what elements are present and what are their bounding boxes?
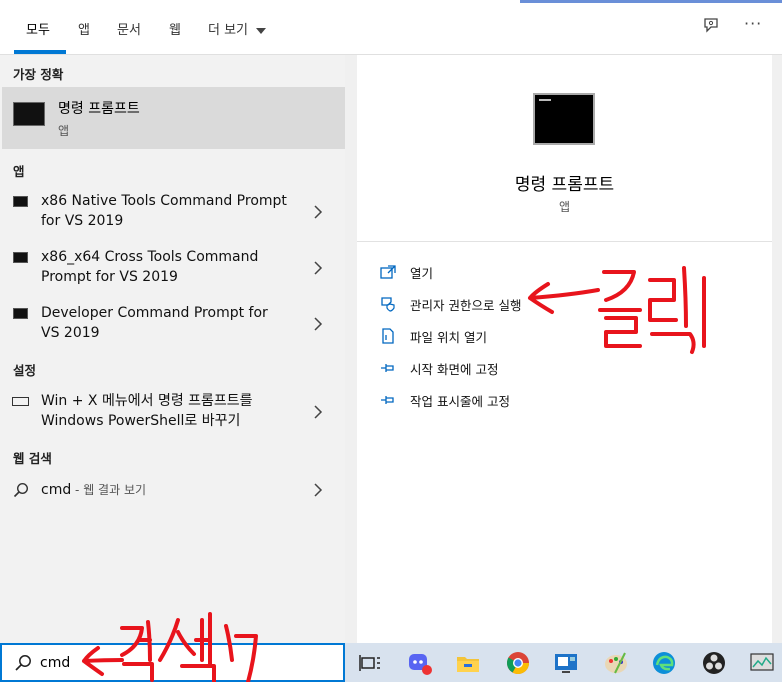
window-accent-strip — [520, 0, 782, 3]
edge-icon[interactable] — [651, 650, 677, 676]
tab-documents[interactable]: 문서 — [117, 19, 141, 38]
filter-tab-bar: 모두 앱 문서 웹 더 보기 ··· — [0, 0, 782, 55]
feedback-icon[interactable] — [702, 16, 720, 38]
tab-all[interactable]: 모두 — [26, 19, 50, 38]
monitor-icon — [12, 397, 29, 406]
file-location-icon — [382, 328, 394, 344]
shield-icon — [381, 297, 395, 312]
search-input[interactable]: cmd — [40, 655, 70, 671]
search-icon — [15, 655, 31, 671]
chrome-icon[interactable] — [505, 650, 531, 676]
pin-icon — [381, 396, 394, 404]
list-item-line2: VS 2019 — [41, 325, 100, 341]
task-view-icon[interactable] — [357, 650, 383, 676]
search-icon — [13, 482, 29, 498]
command-prompt-icon — [13, 102, 45, 126]
web-search-query: cmd — [41, 482, 72, 498]
best-match-subtitle: 앱 — [58, 124, 70, 138]
tab-more-label: 더 보기 — [208, 23, 249, 38]
list-item-line1: x86 Native Tools Command Prompt — [41, 193, 287, 209]
results-pane: 가장 정확 명령 프롬프트 앱 앱 x86 Native Tools Comma… — [0, 55, 345, 643]
chevron-right-icon[interactable] — [313, 205, 323, 219]
section-settings: 설정 — [13, 363, 37, 378]
chevron-right-icon[interactable] — [313, 261, 323, 275]
list-item-line2: Prompt for VS 2019 — [41, 269, 178, 285]
list-item-line1: Developer Command Prompt for — [41, 305, 268, 321]
action-pin-to-start-label: 시작 화면에 고정 — [410, 362, 499, 377]
taskbar — [345, 643, 782, 682]
caret-down-icon — [256, 27, 267, 34]
list-item-app-x86-native[interactable]: x86 Native Tools Command Prompt for VS 2… — [0, 191, 345, 235]
obs-icon[interactable] — [701, 650, 727, 676]
more-options-icon[interactable]: ··· — [744, 14, 762, 33]
preview-pane: 명령 프롬프트 앱 열기 관리자 권한으로 실행 파일 위치 열기 시작 화면에… — [357, 55, 772, 643]
terminal-icon — [13, 308, 28, 319]
list-item-line2: Windows PowerShell로 바꾸기 — [41, 413, 241, 429]
action-run-as-admin-label: 관리자 권한으로 실행 — [410, 298, 522, 313]
best-match-title: 명령 프롬프트 — [58, 101, 140, 117]
preview-divider — [357, 241, 772, 242]
discord-icon[interactable] — [407, 650, 433, 676]
list-item-line1: x86_x64 Cross Tools Command — [41, 249, 259, 265]
terminal-icon — [13, 252, 28, 263]
chevron-right-icon[interactable] — [313, 483, 323, 497]
file-explorer-icon[interactable] — [455, 650, 481, 676]
list-item-label: Win + X 메뉴에서 명령 프롬프트를 Windows PowerShell… — [41, 391, 253, 431]
list-item-line1: Win + X 메뉴에서 명령 프롬프트를 — [41, 393, 253, 409]
list-item-label: x86_x64 Cross Tools Command Prompt for V… — [41, 247, 258, 287]
action-pin-to-taskbar-label: 작업 표시줄에 고정 — [410, 394, 510, 409]
list-item-app-developer-prompt[interactable]: Developer Command Prompt for VS 2019 — [0, 303, 345, 347]
best-match-item[interactable]: 명령 프롬프트 앱 — [2, 87, 345, 149]
list-item-setting-winx[interactable]: Win + X 메뉴에서 명령 프롬프트를 Windows PowerShell… — [0, 391, 345, 435]
section-apps: 앱 — [13, 164, 25, 179]
preview-subtitle: 앱 — [558, 200, 571, 214]
action-open-label: 열기 — [410, 266, 434, 281]
list-item-label: Developer Command Prompt for VS 2019 — [41, 303, 268, 343]
list-item-line2: for VS 2019 — [41, 213, 124, 229]
open-icon — [380, 265, 396, 279]
action-open-file-location-label: 파일 위치 열기 — [410, 330, 487, 345]
tab-web[interactable]: 웹 — [169, 19, 181, 38]
command-prompt-large-icon — [533, 93, 595, 145]
pin-icon — [381, 364, 394, 372]
section-web-search: 웹 검색 — [13, 451, 52, 466]
paint-icon[interactable] — [603, 650, 629, 676]
section-best-match: 가장 정확 — [13, 67, 64, 82]
list-item-web-search[interactable]: cmd - 웹 결과 보기 — [0, 479, 345, 503]
list-item-app-x86-x64-cross[interactable]: x86_x64 Cross Tools Command Prompt for V… — [0, 247, 345, 291]
web-search-label: cmd - 웹 결과 보기 — [41, 480, 146, 500]
remote-desktop-icon[interactable] — [553, 650, 579, 676]
tab-apps[interactable]: 앱 — [78, 19, 90, 38]
list-item-label: x86 Native Tools Command Prompt for VS 2… — [41, 191, 287, 231]
tab-more[interactable]: 더 보기 — [208, 19, 267, 38]
terminal-icon — [13, 196, 28, 207]
search-box[interactable]: cmd — [0, 643, 345, 682]
active-tab-indicator — [14, 50, 66, 54]
monitor-app-icon[interactable] — [749, 650, 775, 676]
chevron-right-icon[interactable] — [313, 405, 323, 419]
preview-title: 명령 프롬프트 — [514, 175, 615, 195]
web-search-suffix: - 웹 결과 보기 — [71, 483, 147, 497]
chevron-right-icon[interactable] — [313, 317, 323, 331]
